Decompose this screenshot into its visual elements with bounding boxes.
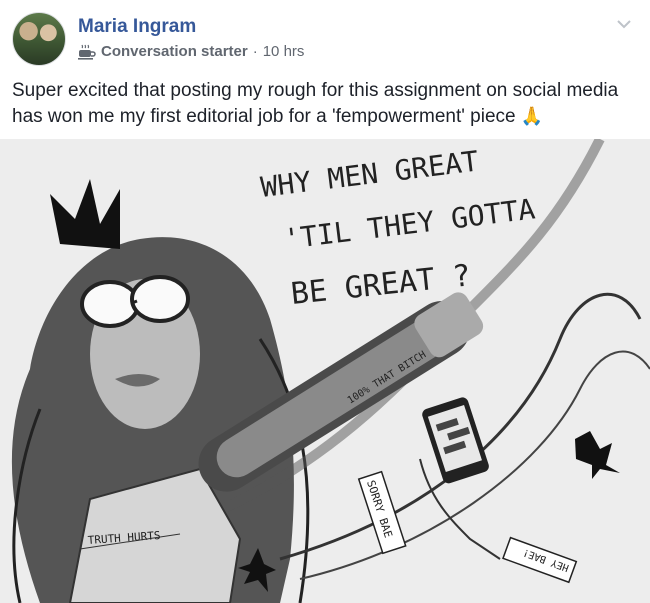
praying-hands-icon: 🙏 [520,106,544,127]
illustration: WHY MEN GREAT 'TIL THEY GOTTA BE GREAT ?… [0,139,650,603]
post-timestamp[interactable]: 10 hrs [263,43,305,60]
meta-separator: · [252,43,258,60]
coffee-cup-icon [78,44,96,60]
author-name[interactable]: Maria Ingram [78,16,196,38]
post-meta: Conversation starter · 10 hrs [78,43,304,60]
chevron-down-icon[interactable] [614,14,634,34]
post-header: Maria Ingram Conversation starter · 10 h… [12,12,638,68]
avatar[interactable] [12,12,66,66]
post-image[interactable]: WHY MEN GREAT 'TIL THEY GOTTA BE GREAT ?… [0,139,650,603]
badge-label[interactable]: Conversation starter [101,43,248,60]
post-text: Super excited that posting my rough for … [12,78,638,130]
